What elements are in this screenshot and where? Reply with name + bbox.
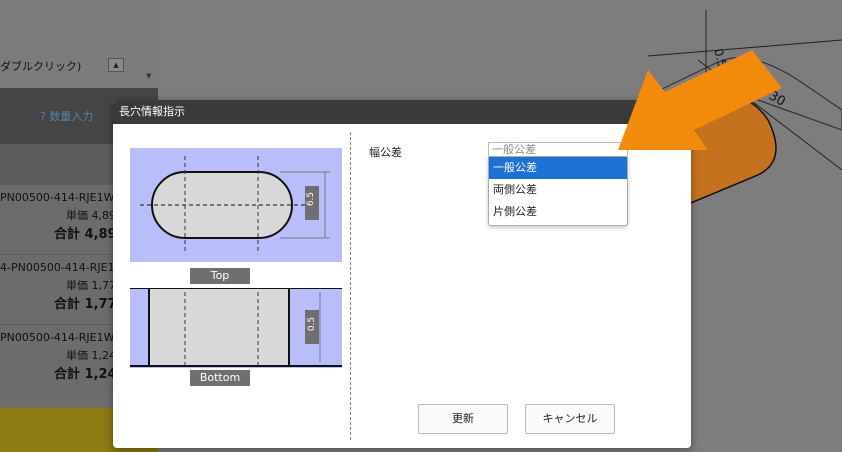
- arrow-shape: [618, 50, 782, 150]
- pointer-arrow-icon: [618, 50, 782, 150]
